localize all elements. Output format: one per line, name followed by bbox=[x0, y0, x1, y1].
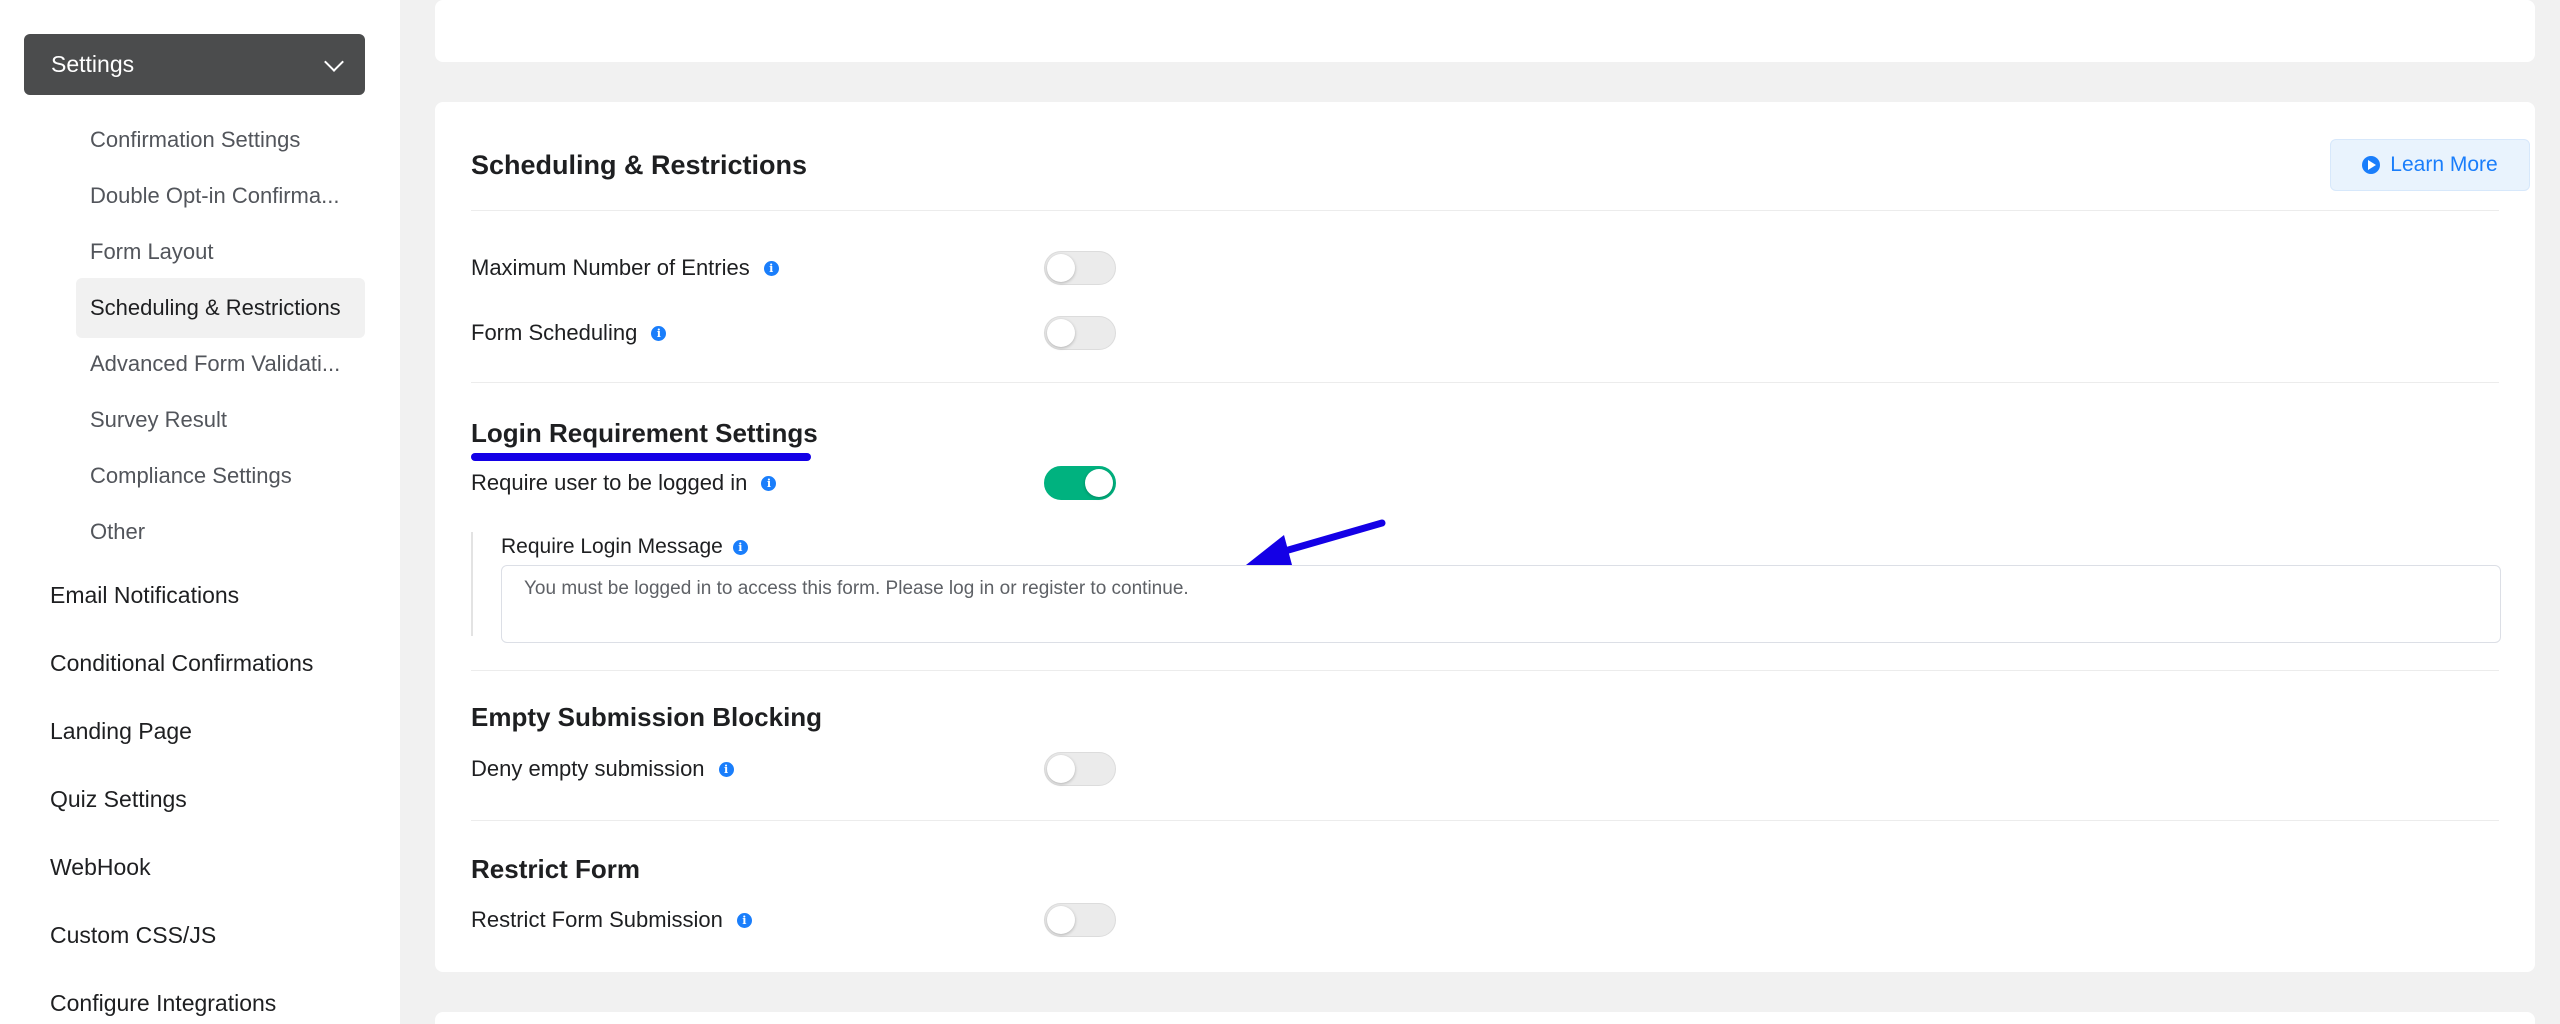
previous-settings-card bbox=[435, 0, 2535, 62]
sidebar-item-label: Other bbox=[90, 519, 146, 544]
scheduling-restrictions-card: Scheduling & Restrictions Learn More Max… bbox=[435, 102, 2535, 972]
info-icon[interactable]: i bbox=[718, 761, 734, 777]
sidebar-item-label: Custom CSS/JS bbox=[50, 921, 217, 948]
row-label-text: Require user to be logged in bbox=[471, 470, 748, 495]
sidebar-item-label: Survey Result bbox=[90, 407, 227, 432]
sidebar-item-label: Advanced Form Validati... bbox=[90, 351, 341, 376]
restrict-submission-toggle[interactable] bbox=[1044, 903, 1116, 937]
sidebar-item-advanced-validation[interactable]: Advanced Form Validati... bbox=[76, 334, 365, 394]
form-scheduling-label: Form Scheduling i bbox=[471, 318, 667, 348]
section-title: Scheduling & Restrictions bbox=[471, 150, 808, 180]
annotation-arrow-icon bbox=[1246, 519, 1386, 565]
chevron-down-icon[interactable] bbox=[324, 51, 344, 72]
sidebar-item-other[interactable]: Other bbox=[76, 502, 365, 562]
sidebar-item-label: Conditional Confirmations bbox=[50, 649, 314, 676]
next-settings-card bbox=[435, 1012, 2535, 1024]
sidebar-item-label: Landing Page bbox=[50, 717, 192, 744]
require-login-label: Require user to be logged in i bbox=[471, 468, 777, 498]
restrict-section-title: Restrict Form bbox=[471, 854, 641, 884]
sidebar-item-label: WebHook bbox=[50, 853, 151, 880]
form-scheduling-toggle[interactable] bbox=[1044, 316, 1116, 350]
divider bbox=[471, 382, 2499, 383]
row-label-text: Maximum Number of Entries bbox=[471, 255, 750, 280]
row-label-text: Form Scheduling bbox=[471, 320, 638, 345]
sidebar-item-label: Configure Integrations bbox=[50, 989, 277, 1016]
row-label-text: Restrict Form Submission bbox=[471, 907, 723, 932]
deny-empty-label: Deny empty submission i bbox=[471, 754, 734, 784]
sidebar-item-double-opt-in[interactable]: Double Opt-in Confirma... bbox=[76, 166, 365, 226]
sidebar-item-conditional-confirmations[interactable]: Conditional Confirmations bbox=[50, 643, 313, 683]
sidebar-item-label: Quiz Settings bbox=[50, 785, 187, 812]
divider bbox=[471, 670, 2499, 671]
row-label-text: Deny empty submission bbox=[471, 756, 705, 781]
login-section-title: Login Requirement Settings bbox=[471, 418, 818, 448]
sidebar-item-email-notifications[interactable]: Email Notifications bbox=[50, 575, 239, 615]
deny-empty-toggle[interactable] bbox=[1044, 752, 1116, 786]
settings-dropdown[interactable]: Settings bbox=[24, 34, 365, 95]
info-icon[interactable]: i bbox=[736, 912, 752, 928]
sidebar-item-form-layout[interactable]: Form Layout bbox=[76, 222, 365, 282]
toggle-knob bbox=[1047, 906, 1075, 934]
sidebar-item-webhook[interactable]: WebHook bbox=[50, 847, 151, 887]
toggle-knob bbox=[1047, 319, 1075, 347]
sidebar-item-quiz-settings[interactable]: Quiz Settings bbox=[50, 779, 187, 819]
sidebar-item-compliance-settings[interactable]: Compliance Settings bbox=[76, 446, 365, 506]
info-icon[interactable]: i bbox=[763, 260, 779, 276]
learn-more-button[interactable]: Learn More bbox=[2330, 139, 2530, 191]
info-icon[interactable]: i bbox=[651, 325, 667, 341]
learn-more-label: Learn More bbox=[2390, 153, 2498, 176]
sidebar-item-label: Scheduling & Restrictions bbox=[90, 295, 341, 320]
toggle-knob bbox=[1047, 755, 1075, 783]
info-icon[interactable]: i bbox=[761, 475, 777, 491]
settings-label: Settings bbox=[51, 51, 135, 77]
login-message-block: Require Login Message i You must be logg… bbox=[471, 532, 2501, 643]
sidebar-item-landing-page[interactable]: Landing Page bbox=[50, 711, 192, 751]
sidebar-item-scheduling-restrictions[interactable]: Scheduling & Restrictions bbox=[76, 278, 365, 338]
sidebar-item-label: Email Notifications bbox=[50, 581, 240, 608]
max-entries-label: Maximum Number of Entries i bbox=[471, 253, 779, 283]
sidebar-item-configure-integrations[interactable]: Configure Integrations bbox=[50, 983, 276, 1023]
sidebar-item-label: Double Opt-in Confirma... bbox=[90, 183, 340, 208]
login-message-label: Require Login Message i bbox=[501, 532, 748, 562]
login-message-textarea[interactable]: You must be logged in to access this for… bbox=[501, 565, 2501, 643]
sidebar-item-label: Form Layout bbox=[90, 239, 214, 264]
sidebar-item-label: Compliance Settings bbox=[90, 463, 292, 488]
sidebar-item-survey-result[interactable]: Survey Result bbox=[76, 390, 365, 450]
require-login-toggle[interactable] bbox=[1044, 466, 1116, 500]
divider bbox=[471, 820, 2499, 821]
sidebar-item-confirmation-settings[interactable]: Confirmation Settings bbox=[76, 110, 365, 170]
sidebar-item-label: Confirmation Settings bbox=[90, 127, 301, 152]
play-circle-icon bbox=[2362, 156, 2381, 174]
annotation-underline bbox=[471, 453, 811, 461]
sidebar: Settings Confirmation Settings Double Op… bbox=[0, 0, 400, 1024]
empty-section-title: Empty Submission Blocking bbox=[471, 702, 823, 732]
max-entries-toggle[interactable] bbox=[1044, 251, 1116, 285]
sidebar-item-custom-css-js[interactable]: Custom CSS/JS bbox=[50, 915, 216, 955]
info-icon[interactable]: i bbox=[732, 539, 748, 555]
toggle-knob bbox=[1085, 469, 1113, 497]
divider bbox=[471, 210, 2499, 211]
restrict-submission-label: Restrict Form Submission i bbox=[471, 905, 752, 935]
login-message-label-text: Require Login Message bbox=[501, 535, 723, 558]
toggle-knob bbox=[1047, 254, 1075, 282]
